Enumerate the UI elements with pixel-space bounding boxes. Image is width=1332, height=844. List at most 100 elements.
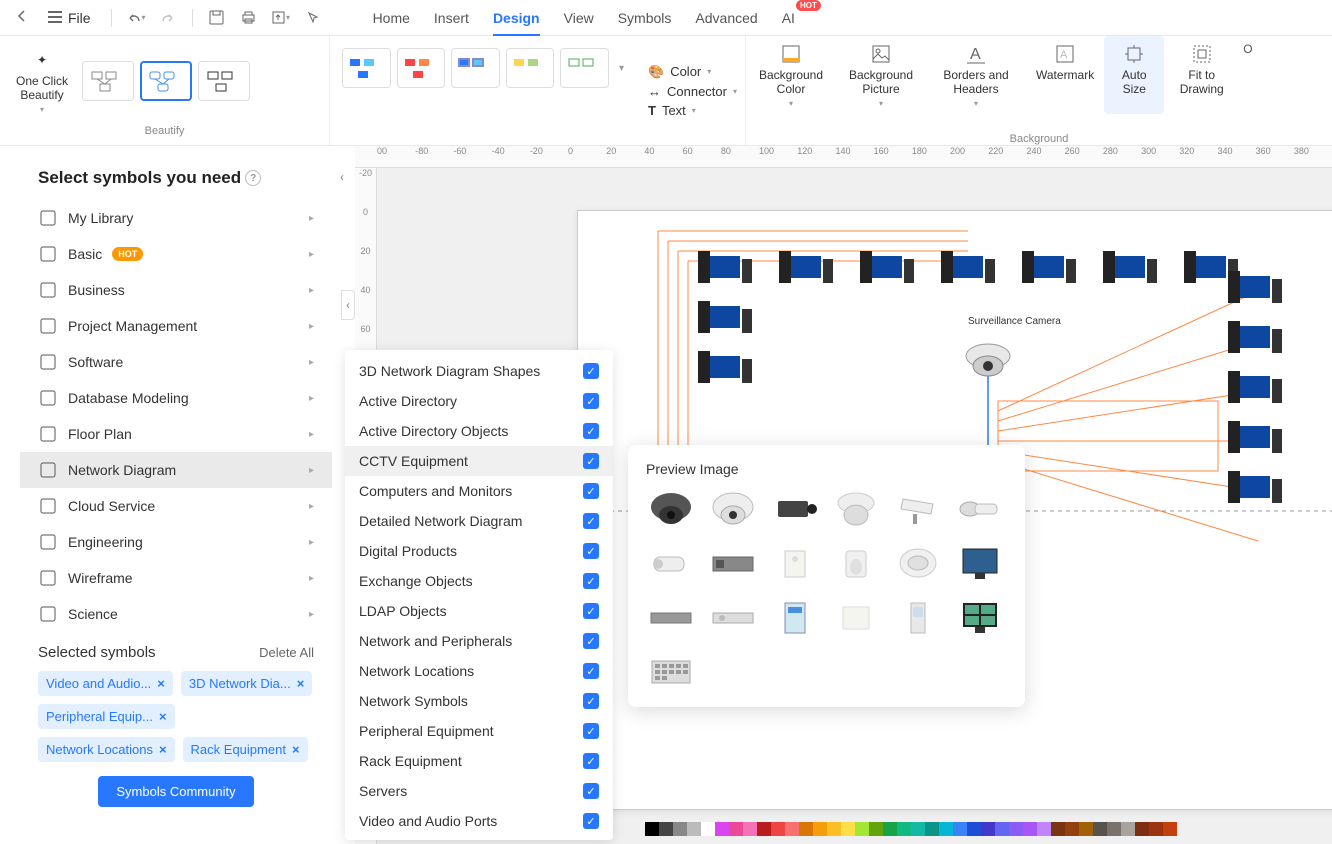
tab-insert[interactable]: Insert bbox=[434, 4, 469, 32]
auto-size-button[interactable]: Auto Size bbox=[1104, 36, 1164, 114]
preview-motion-sensor[interactable] bbox=[831, 543, 881, 583]
color-swatch[interactable] bbox=[1093, 822, 1107, 836]
preview-bullet-camera[interactable] bbox=[955, 489, 1005, 529]
color-swatch[interactable] bbox=[1149, 822, 1163, 836]
tab-advanced[interactable]: Advanced bbox=[695, 4, 757, 32]
delete-all-button[interactable]: Delete All bbox=[259, 645, 314, 660]
category-floor-plan[interactable]: Floor Plan▸ bbox=[20, 416, 332, 452]
color-swatch[interactable] bbox=[827, 822, 841, 836]
category-engineering[interactable]: Engineering▸ bbox=[20, 524, 332, 560]
overflow-button[interactable]: O bbox=[1239, 36, 1256, 114]
fit-drawing-button[interactable]: Fit to Drawing bbox=[1164, 36, 1239, 114]
color-swatch[interactable] bbox=[771, 822, 785, 836]
color-swatch[interactable] bbox=[1051, 822, 1065, 836]
bg-picture-button[interactable]: Background Picture▾ bbox=[836, 36, 926, 114]
cursor-button[interactable] bbox=[301, 6, 325, 30]
color-swatch[interactable] bbox=[1107, 822, 1121, 836]
color-swatch[interactable] bbox=[939, 822, 953, 836]
category-my-library[interactable]: My Library▸ bbox=[20, 200, 332, 236]
subcategory-item[interactable]: CCTV Equipment✓ bbox=[345, 446, 613, 476]
export-button[interactable]: ▾ bbox=[269, 6, 293, 30]
preview-ptz-camera[interactable] bbox=[831, 489, 881, 529]
checkbox-checked-icon[interactable]: ✓ bbox=[583, 723, 599, 739]
color-dropdown[interactable]: 🎨Color ▾ bbox=[648, 64, 737, 80]
color-swatch[interactable] bbox=[813, 822, 827, 836]
color-swatch[interactable] bbox=[953, 822, 967, 836]
checkbox-checked-icon[interactable]: ✓ bbox=[583, 483, 599, 499]
subcategory-item[interactable]: Exchange Objects✓ bbox=[345, 566, 613, 596]
subcategory-item[interactable]: Network and Peripherals✓ bbox=[345, 626, 613, 656]
undo-button[interactable]: ▾ bbox=[124, 6, 148, 30]
tab-view[interactable]: View bbox=[564, 4, 594, 32]
preview-box-camera[interactable] bbox=[770, 489, 820, 529]
preview-ir-camera[interactable] bbox=[646, 543, 696, 583]
theme-thumb-3[interactable] bbox=[198, 61, 250, 101]
category-science[interactable]: Science▸ bbox=[20, 596, 332, 632]
checkbox-checked-icon[interactable]: ✓ bbox=[583, 513, 599, 529]
subcategory-item[interactable]: Rack Equipment✓ bbox=[345, 746, 613, 776]
chip[interactable]: 3D Network Dia...× bbox=[181, 671, 312, 696]
preview-kiosk[interactable] bbox=[893, 597, 943, 637]
checkbox-checked-icon[interactable]: ✓ bbox=[583, 633, 599, 649]
color-swatch[interactable] bbox=[1079, 822, 1093, 836]
preview-smoke-detector[interactable] bbox=[893, 543, 943, 583]
category-project-management[interactable]: Project Management▸ bbox=[20, 308, 332, 344]
theme-thumb-1[interactable] bbox=[82, 61, 134, 101]
category-network-diagram[interactable]: Network Diagram▸ bbox=[20, 452, 332, 488]
color-swatch[interactable] bbox=[785, 822, 799, 836]
color-swatch[interactable] bbox=[659, 822, 673, 836]
checkbox-checked-icon[interactable]: ✓ bbox=[583, 543, 599, 559]
preview-dvr[interactable] bbox=[708, 543, 758, 583]
color-swatch[interactable] bbox=[743, 822, 757, 836]
panel-collapse-button[interactable]: ‹ bbox=[335, 162, 349, 192]
color-swatch[interactable] bbox=[799, 822, 813, 836]
chip[interactable]: Video and Audio...× bbox=[38, 671, 173, 696]
color-swatch[interactable] bbox=[967, 822, 981, 836]
subcategory-item[interactable]: Computers and Monitors✓ bbox=[345, 476, 613, 506]
checkbox-checked-icon[interactable]: ✓ bbox=[583, 363, 599, 379]
checkbox-checked-icon[interactable]: ✓ bbox=[583, 663, 599, 679]
color-swatch[interactable] bbox=[1009, 822, 1023, 836]
text-dropdown[interactable]: TText ▾ bbox=[648, 103, 737, 118]
subcategory-item[interactable]: Active Directory✓ bbox=[345, 386, 613, 416]
color-swatch[interactable] bbox=[673, 822, 687, 836]
tab-home[interactable]: Home bbox=[373, 4, 410, 32]
color-swatch[interactable] bbox=[1023, 822, 1037, 836]
chip-remove-icon[interactable]: × bbox=[159, 709, 167, 724]
subcategory-item[interactable]: Digital Products✓ bbox=[345, 536, 613, 566]
color-swatch[interactable] bbox=[687, 822, 701, 836]
chip-remove-icon[interactable]: × bbox=[157, 676, 165, 691]
preview-keypad[interactable] bbox=[770, 597, 820, 637]
theme-thumb-7[interactable] bbox=[506, 48, 555, 88]
chip[interactable]: Peripheral Equip...× bbox=[38, 704, 175, 729]
chip[interactable]: Rack Equipment× bbox=[183, 737, 308, 762]
preview-intercom[interactable] bbox=[770, 543, 820, 583]
subcategory-item[interactable]: Active Directory Objects✓ bbox=[345, 416, 613, 446]
category-basic[interactable]: BasicHOT▸ bbox=[20, 236, 332, 272]
preview-dome-camera[interactable] bbox=[646, 489, 696, 529]
color-swatch[interactable] bbox=[883, 822, 897, 836]
color-swatch[interactable] bbox=[995, 822, 1009, 836]
tab-ai[interactable]: AIHOT bbox=[782, 4, 795, 32]
preview-matrix[interactable] bbox=[646, 651, 696, 691]
color-swatch[interactable] bbox=[757, 822, 771, 836]
color-swatch[interactable] bbox=[1121, 822, 1135, 836]
subcategory-item[interactable]: Video and Audio Ports✓ bbox=[345, 806, 613, 836]
file-menu[interactable]: File bbox=[40, 6, 99, 30]
subcategory-item[interactable]: Servers✓ bbox=[345, 776, 613, 806]
chip-remove-icon[interactable]: × bbox=[159, 742, 167, 757]
preview-recorder[interactable] bbox=[708, 597, 758, 637]
color-swatch[interactable] bbox=[729, 822, 743, 836]
borders-headers-button[interactable]: ABorders and Headers▾ bbox=[926, 36, 1026, 114]
chip[interactable]: Network Locations× bbox=[38, 737, 175, 762]
redo-button[interactable] bbox=[156, 6, 180, 30]
subcategory-item[interactable]: LDAP Objects✓ bbox=[345, 596, 613, 626]
tab-symbols[interactable]: Symbols bbox=[618, 4, 672, 32]
symbols-community-button[interactable]: Symbols Community bbox=[98, 776, 253, 807]
category-cloud-service[interactable]: Cloud Service▸ bbox=[20, 488, 332, 524]
save-button[interactable] bbox=[205, 6, 229, 30]
category-wireframe[interactable]: Wireframe▸ bbox=[20, 560, 332, 596]
subcategory-item[interactable]: Detailed Network Diagram✓ bbox=[345, 506, 613, 536]
theme-thumb-5[interactable] bbox=[397, 48, 446, 88]
theme-thumb-6[interactable] bbox=[451, 48, 500, 88]
